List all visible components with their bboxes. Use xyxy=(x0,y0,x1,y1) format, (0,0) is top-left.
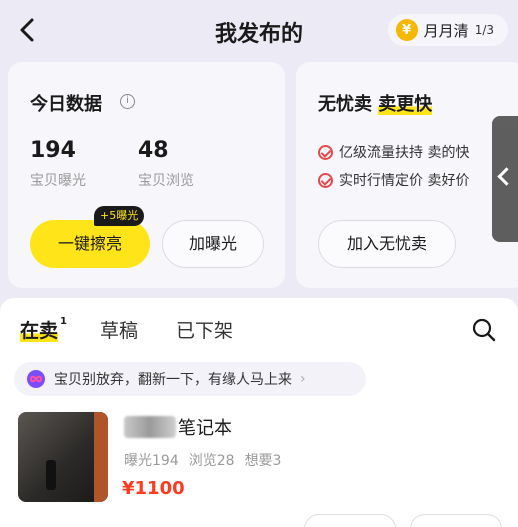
views-label: 宝贝浏览 xyxy=(138,173,194,189)
tab-selling-count: 1 xyxy=(60,316,67,327)
item-title[interactable]: 笔记本 xyxy=(178,414,232,440)
check-circle-icon xyxy=(318,172,333,188)
blurred-title-prefix xyxy=(124,416,176,438)
boost-exposure-button[interactable]: 加曝光 xyxy=(162,220,264,268)
item-thumbnail[interactable] xyxy=(18,412,108,502)
item-action-button[interactable] xyxy=(410,514,502,527)
worry-free-title: 无忧卖 卖更快 xyxy=(318,90,433,116)
item-exposure: 曝光194 xyxy=(124,453,179,469)
item-price: ¥1100 xyxy=(122,478,185,499)
worry-free-bullet: 实时行情定价 卖好价 xyxy=(318,170,469,190)
chevron-right-icon: › xyxy=(300,371,306,387)
today-data-title: 今日数据 xyxy=(30,94,102,115)
monthly-clear-progress: 1/3 xyxy=(474,23,494,37)
item-stats: 曝光194 浏览28 想要3 xyxy=(124,450,281,470)
check-circle-icon xyxy=(318,144,333,160)
monthly-clear-pill[interactable]: ¥ 月月清 1/3 xyxy=(387,14,508,46)
tab-drafts[interactable]: 草稿 xyxy=(100,316,138,343)
bullet-text: 实时行情定价 卖好价 xyxy=(339,173,470,189)
item-action-button[interactable] xyxy=(304,514,396,527)
info-icon[interactable]: i xyxy=(120,94,135,109)
bullet-text: 亿级流量扶持 卖的快 xyxy=(339,145,470,161)
top-bar: 我发布的 ¥ 月月清 1/3 xyxy=(0,0,518,60)
banner-text: 宝贝别放弃，翻新一下，有缘人马上来 xyxy=(54,372,292,388)
collapse-arrow-icon[interactable] xyxy=(492,116,518,242)
search-icon[interactable] xyxy=(472,318,496,342)
polish-button[interactable]: 一键擦亮 xyxy=(30,220,150,268)
infinity-icon xyxy=(27,370,45,388)
polish-bonus-badge: +5曝光 xyxy=(94,206,145,226)
views-count: 48 xyxy=(138,138,169,163)
worry-free-title-highlight: 卖更快 xyxy=(378,94,433,115)
item-wants: 想要3 xyxy=(244,453,282,469)
item-views: 浏览28 xyxy=(188,453,235,469)
exposure-count: 194 xyxy=(30,138,76,163)
exposure-label: 宝贝曝光 xyxy=(30,173,86,189)
worry-free-title-plain: 无忧卖 xyxy=(318,94,372,115)
today-data-card: 今日数据 i 194 宝贝曝光 48 宝贝浏览 一键擦亮 +5曝光 加曝光 xyxy=(8,62,285,288)
listing-panel: 在卖 1 草稿 已下架 宝贝别放弃，翻新一下，有缘人马上来 › 笔记本 曝光194… xyxy=(0,298,518,527)
tab-off-shelf[interactable]: 已下架 xyxy=(176,316,233,343)
join-worry-free-button[interactable]: 加入无忧卖 xyxy=(318,220,456,268)
coin-icon: ¥ xyxy=(395,19,418,41)
tab-selling[interactable]: 在卖 1 xyxy=(20,316,67,343)
refresh-tip-banner[interactable]: 宝贝别放弃，翻新一下，有缘人马上来 › xyxy=(14,362,366,396)
worry-free-bullet: 亿级流量扶持 卖的快 xyxy=(318,142,469,162)
tab-selling-label: 在卖 xyxy=(20,320,59,342)
worry-free-card[interactable]: 无忧卖 卖更快 亿级流量扶持 卖的快 实时行情定价 卖好价 加入无忧卖 xyxy=(296,62,518,288)
monthly-clear-label: 月月清 xyxy=(423,21,469,40)
